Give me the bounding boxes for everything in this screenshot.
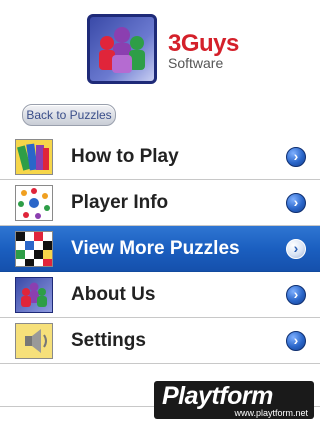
menu-item-label: View More Puzzles — [71, 238, 240, 259]
players-circle-icon — [15, 185, 53, 221]
watermark-logo: Playtform www.playtform.net — [154, 381, 314, 419]
chevron-right-icon: › — [286, 193, 306, 213]
chevron-right-icon: › — [286, 239, 306, 259]
app-header: 3Guys Software — [0, 0, 320, 100]
three-people-icon — [15, 277, 53, 313]
menu-item-how-to-play[interactable]: How to Play › — [0, 134, 320, 180]
menu-item-label: Settings — [71, 330, 146, 351]
menu-item-label: About Us — [71, 284, 156, 305]
watermark-title: Playtform — [162, 382, 273, 410]
chevron-right-icon: › — [286, 331, 306, 351]
menu-item-settings[interactable]: Settings › — [0, 318, 320, 364]
speaker-icon — [15, 323, 53, 359]
watermark-url: www.playtform.net — [234, 408, 308, 418]
menu-item-player-info[interactable]: Player Info › — [0, 180, 320, 226]
menu-item-view-more-puzzles[interactable]: View More Puzzles › — [0, 226, 320, 272]
menu-item-label: How to Play — [71, 146, 179, 167]
checker-puzzle-icon — [15, 231, 53, 267]
books-icon — [15, 139, 53, 175]
chevron-right-icon: › — [286, 285, 306, 305]
brand-subtitle: Software — [168, 55, 224, 71]
menu-item-about-us[interactable]: About Us › — [0, 272, 320, 318]
chevron-right-icon: › — [286, 147, 306, 167]
brand-name: 3Guys — [168, 30, 239, 57]
three-people-logo-icon — [87, 14, 157, 84]
back-to-puzzles-button[interactable]: Back to Puzzles — [22, 104, 116, 126]
menu-item-label: Player Info — [71, 192, 169, 213]
